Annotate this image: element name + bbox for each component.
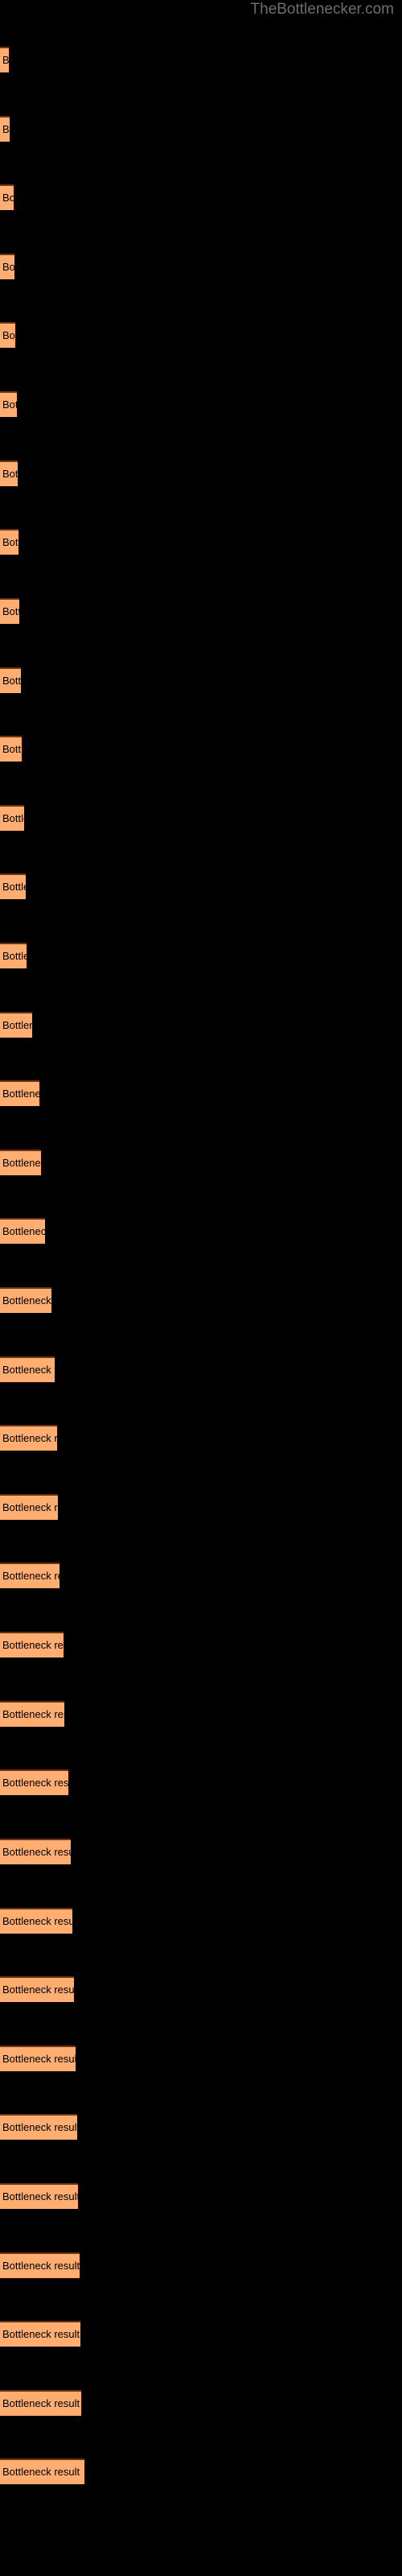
bar-label: Bottleneck result <box>2 260 14 273</box>
bar-label: Bottleneck result <box>2 2052 76 2065</box>
bar-label: Bottleneck result <box>2 674 21 687</box>
bar-label: Bottleneck result <box>2 192 14 204</box>
bar-label: Bottleneck result <box>2 1914 72 1927</box>
bars-layer: Bottleneck result Bottleneck result Bottle… <box>0 0 402 2576</box>
bar-label: Bottleneck result <box>2 1018 32 1031</box>
chart-bar: Bottleneck result <box>0 184 14 211</box>
bottleneck-bar-chart: TheBottlenecker.com Bottleneck resultBot… <box>0 0 402 2576</box>
bar-label: Bottleneck result <box>2 1501 58 1513</box>
chart-bar: Bottleneck result <box>0 115 10 142</box>
bar-label: Bottleneck result <box>2 1088 39 1100</box>
bar-label: Bottleneck result <box>2 949 27 962</box>
chart-bar: Bottleneck result <box>0 2389 81 2416</box>
bar-label: Bottleneck result <box>2 605 19 617</box>
bar-label: Bottleneck result <box>2 1294 51 1307</box>
bar-label: Bottleneck result <box>2 811 24 824</box>
chart-bar: Bottleneck result <box>0 597 19 624</box>
bar-label: Bottleneck result <box>2 1707 64 1720</box>
chart-bar: Bottleneck result <box>0 1287 51 1313</box>
chart-bar: Bottleneck result <box>0 322 15 349</box>
chart-bar: Bottleneck result <box>0 1769 68 1796</box>
bar-label: Bottleneck result <box>2 2396 80 2409</box>
chart-bar: Bottleneck result <box>0 2458 84 2485</box>
bar-label: Bottleneck result <box>2 122 10 135</box>
bar-label: Bottleneck result <box>2 881 26 894</box>
bar-label: Bottleneck result <box>2 329 15 342</box>
bar-label: Bottleneck result <box>2 1570 59 1583</box>
chart-bar: Bottleneck result <box>0 1011 32 1038</box>
chart-bar: Bottleneck result <box>0 2321 80 2347</box>
bar-label: Bottleneck result <box>2 1639 64 1652</box>
bar-label: Bottleneck result <box>2 1156 41 1169</box>
chart-bar: Bottleneck result <box>0 2114 77 2140</box>
bar-label: Bottleneck result <box>2 536 18 549</box>
chart-bar: Bottleneck result <box>0 253 14 279</box>
bar-label: Bottleneck result <box>2 1225 45 1238</box>
chart-bar: Bottleneck result <box>0 1838 71 1864</box>
bar-label: Bottleneck result <box>2 743 22 756</box>
bar-label: Bottleneck result <box>2 2466 80 2479</box>
bar-label: Bottleneck result <box>2 1363 55 1376</box>
bar-label: Bottleneck result <box>2 467 18 480</box>
chart-bar: Bottleneck result <box>0 1563 59 1589</box>
bar-label: Bottleneck result <box>2 1777 68 1790</box>
bar-label: Bottleneck result <box>2 2190 78 2202</box>
chart-bar: Bottleneck result <box>0 1356 55 1382</box>
chart-bar: Bottleneck result <box>0 2252 80 2278</box>
chart-bar: Bottleneck result <box>0 873 26 900</box>
chart-bar: Bottleneck result <box>0 1493 58 1520</box>
chart-bar: Bottleneck result <box>0 1976 74 2003</box>
bar-label: Bottleneck result <box>2 2259 80 2272</box>
bar-label: Bottleneck result <box>2 1432 57 1445</box>
chart-bar: Bottleneck result <box>0 942 27 968</box>
chart-bar: Bottleneck result <box>0 529 18 555</box>
chart-bar: Bottleneck result <box>0 1080 39 1107</box>
chart-bar: Bottleneck result <box>0 1632 64 1658</box>
chart-bar: Bottleneck result <box>0 47 9 72</box>
bar-label: Bottleneck result <box>2 54 9 66</box>
bar-label: Bottleneck result <box>2 398 17 411</box>
chart-bar: Bottleneck result <box>0 1700 64 1727</box>
bar-label: Bottleneck result <box>2 2328 80 2341</box>
chart-bar: Bottleneck result <box>0 736 22 762</box>
chart-bar: Bottleneck result <box>0 1425 57 1451</box>
chart-bar: Bottleneck result <box>0 667 21 693</box>
chart-bar: Bottleneck result <box>0 391 17 418</box>
bar-label: Bottleneck result <box>2 2121 77 2134</box>
chart-bar: Bottleneck result <box>0 1149 41 1175</box>
bar-label: Bottleneck result <box>2 1845 71 1858</box>
bar-label: Bottleneck result <box>2 1984 74 1996</box>
chart-bar: Bottleneck result <box>0 1218 45 1245</box>
chart-bar: Bottleneck result <box>0 1907 72 1934</box>
chart-bar: Bottleneck result <box>0 2045 76 2071</box>
chart-bar: Bottleneck result <box>0 2182 78 2209</box>
chart-bar: Bottleneck result <box>0 460 18 486</box>
chart-bar: Bottleneck result <box>0 804 24 831</box>
